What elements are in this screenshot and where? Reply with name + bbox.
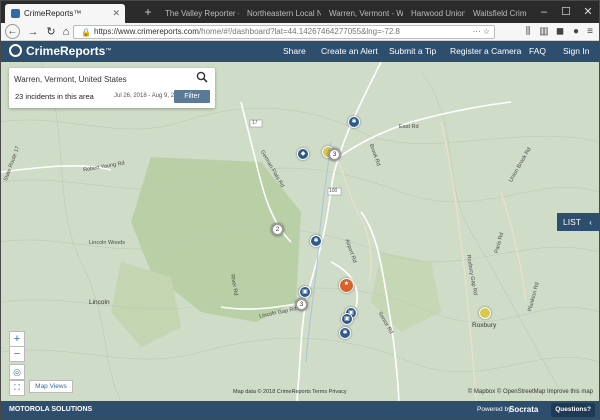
maximize-icon[interactable]: ☐ <box>555 1 577 23</box>
logo-text: CrimeReports <box>26 44 106 58</box>
bookmark-star-icon[interactable]: ··· ☆ <box>473 26 490 38</box>
logo-mark-icon <box>9 44 22 58</box>
incident-count: 23 incidents in this area <box>15 92 94 101</box>
fullscreen-icon[interactable]: ⛶ <box>9 380 25 396</box>
tab-wikipedia[interactable]: Warren, Vermont - Wikipedia <box>323 4 403 23</box>
minimize-icon[interactable]: – <box>533 1 555 23</box>
tab-label: Warren, Vermont - Wikipedia <box>329 9 403 18</box>
nav-share[interactable]: Share <box>283 41 306 62</box>
crimereports-favicon-icon <box>11 9 20 19</box>
tab-northeastern[interactable]: Northeastern Local News Advertising <box>241 4 321 23</box>
incident-marker[interactable]: ✱ <box>339 327 351 339</box>
incident-marker[interactable]: ◆ <box>297 148 309 160</box>
incident-marker[interactable]: ✱ <box>348 116 360 128</box>
reload-icon[interactable]: ↻ <box>43 24 59 40</box>
browser-window: CrimeReports™ ✕ + The Valley Reporter - … <box>0 0 600 420</box>
new-tab-button[interactable]: + <box>141 4 155 20</box>
tab-valley-reporter[interactable]: The Valley Reporter - News <box>159 4 239 23</box>
route-17-shield: 17 <box>252 120 258 126</box>
sidebar-icon[interactable]: ▥ <box>537 24 551 40</box>
map-views-button[interactable]: Map Views <box>29 380 73 393</box>
lock-icon: 🔒 <box>81 28 91 37</box>
tab-label: CrimeReports™ <box>24 9 82 18</box>
incident-marker[interactable]: ✱ <box>310 235 322 247</box>
close-tab-icon[interactable]: ✕ <box>112 4 120 23</box>
incident-cluster[interactable]: 2 <box>271 223 284 236</box>
search-panel: 23 incidents in this area Jul 26, 2018 -… <box>9 68 215 108</box>
tab-label: Harwood Union High School <box>411 9 465 18</box>
tab-label: The Valley Reporter - News <box>165 9 239 18</box>
tab-harwood[interactable]: Harwood Union High School <box>405 4 465 23</box>
questions-button[interactable]: Questions? <box>551 403 595 417</box>
home-icon[interactable]: ⌂ <box>58 24 74 40</box>
library-icon[interactable]: ⫼ <box>521 24 535 40</box>
close-window-icon[interactable]: ✕ <box>577 1 599 23</box>
url-host: https://www.crimereports.com <box>94 27 199 36</box>
list-toggle-button[interactable]: LIST ‹ <box>557 213 599 231</box>
search-icon[interactable] <box>196 71 208 83</box>
list-label: LIST <box>563 217 581 227</box>
incident-marker-highlight[interactable]: ★ <box>339 278 354 293</box>
location-search-input[interactable] <box>14 72 194 86</box>
label-lincoln-woods: Lincoln Woods <box>89 240 125 246</box>
forward-arrow-icon[interactable]: → <box>25 24 41 40</box>
incident-cluster[interactable]: 3 <box>295 298 308 311</box>
nav-create-alert[interactable]: Create an Alert <box>321 41 378 62</box>
motorola-logo: MOTOROLA SOLUTIONS <box>9 406 93 413</box>
menu-icon[interactable]: ≡ <box>583 24 597 40</box>
zoom-in-button[interactable]: + <box>9 331 25 347</box>
nav-register-camera[interactable]: Register a Camera <box>450 41 521 62</box>
logo-trademark: ™ <box>105 48 112 54</box>
route-100-shield: 100 <box>329 188 338 194</box>
crime-map[interactable]: 17 100 Lincoln Roxbury Lincoln Woods Rob… <box>1 62 599 401</box>
locate-icon[interactable]: ◎ <box>9 364 25 380</box>
tab-waitsfield[interactable]: Waitsfield Crime Reports Community <box>467 4 527 23</box>
extension-icon[interactable]: ◼ <box>553 24 567 40</box>
incident-marker[interactable]: ▣ <box>299 286 311 298</box>
chevron-left-icon: ‹ <box>589 217 593 227</box>
filter-button[interactable]: Filter <box>174 90 210 103</box>
tab-bar: CrimeReports™ ✕ + The Valley Reporter - … <box>1 1 599 23</box>
site-footer: MOTOROLA SOLUTIONS Powered by Socrata Qu… <box>1 401 599 419</box>
label-east-rd: East Rd <box>399 124 419 130</box>
powered-by-label: Powered by <box>477 406 512 413</box>
mapbox-attribution[interactable]: © Mapbox © OpenStreetMap Improve this ma… <box>468 389 593 395</box>
navigation-bar: ← → ↻ ⌂ 🔒 https://www.crimereports.com/h… <box>1 23 599 41</box>
tab-crimereports[interactable]: CrimeReports™ ✕ <box>5 4 125 23</box>
incident-cluster[interactable]: 3 <box>328 148 341 161</box>
back-arrow-icon[interactable]: ← <box>5 24 20 39</box>
label-lincoln: Lincoln <box>89 299 110 306</box>
address-bar[interactable]: 🔒 https://www.crimereports.com/home/#!/d… <box>73 25 495 39</box>
site-header: CrimeReports™ Share Create an Alert Subm… <box>1 41 599 62</box>
socrata-logo[interactable]: Socrata <box>509 401 538 419</box>
label-roxbury: Roxbury <box>472 322 497 329</box>
crimereports-logo[interactable]: CrimeReports™ <box>9 43 111 60</box>
url-path: /home/#!/dashboard?lat=44.14267464277055… <box>198 27 400 36</box>
map-terrain <box>1 62 599 401</box>
incident-marker[interactable] <box>479 307 491 319</box>
nav-submit-tip[interactable]: Submit a Tip <box>389 41 436 62</box>
map-attribution[interactable]: Map data © 2018 CrimeReports Terms Priva… <box>233 389 347 395</box>
nav-sign-in[interactable]: Sign In <box>563 41 589 62</box>
nav-faq[interactable]: FAQ <box>529 41 546 62</box>
incident-marker[interactable]: ▣ <box>341 313 353 325</box>
sync-icon[interactable]: ● <box>569 24 583 40</box>
tab-label: Waitsfield Crime Reports Community <box>473 9 527 18</box>
zoom-out-button[interactable]: − <box>9 346 25 362</box>
tab-label: Northeastern Local News Advertising <box>247 9 321 18</box>
